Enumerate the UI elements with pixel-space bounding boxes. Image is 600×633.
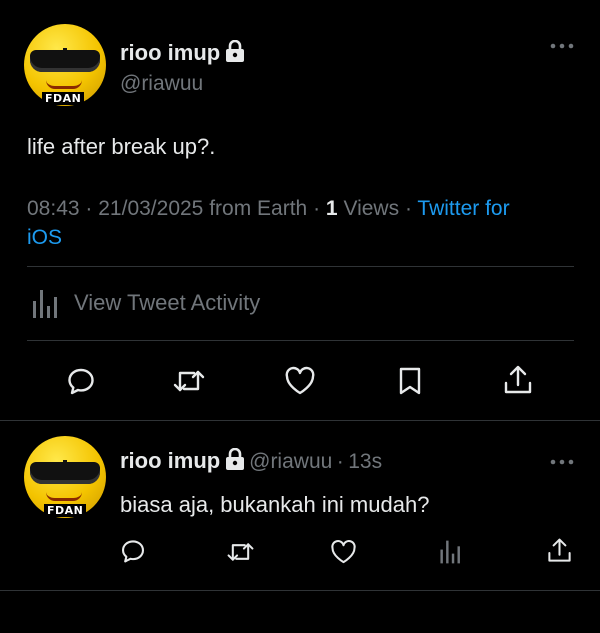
tweet-time[interactable]: 08:43 xyxy=(27,197,80,220)
avatar-glasses xyxy=(30,460,100,484)
handle[interactable]: @riawuu xyxy=(120,72,203,96)
avatar-glasses xyxy=(30,48,100,72)
retweet-icon[interactable] xyxy=(172,366,206,396)
client-link[interactable]: Twitter for xyxy=(417,197,509,220)
display-name[interactable]: rioo imup xyxy=(120,40,220,65)
reply-time[interactable]: 13s xyxy=(348,450,382,473)
reply-header[interactable]: rioo imup @riawuu · 13s xyxy=(120,448,382,474)
reply-icon[interactable] xyxy=(66,366,96,396)
avatar-mouth xyxy=(46,80,82,89)
more-icon[interactable] xyxy=(550,42,574,50)
tweet-meta: 08:43 · 21/03/2025 from Earth · 1 Views … xyxy=(27,194,587,252)
avatar-badge: FDAN xyxy=(42,92,85,105)
views-count[interactable]: 1 xyxy=(326,197,338,220)
divider xyxy=(0,590,600,591)
tweet-location: from Earth xyxy=(209,197,308,220)
analytics-icon xyxy=(30,288,62,320)
avatar-mouth xyxy=(46,492,82,501)
like-icon[interactable] xyxy=(330,539,357,565)
lock-icon xyxy=(225,40,245,62)
author-name-row[interactable]: rioo imup xyxy=(120,40,245,66)
divider xyxy=(27,340,574,341)
share-icon[interactable] xyxy=(502,364,534,396)
bookmark-icon[interactable] xyxy=(396,366,424,396)
like-icon[interactable] xyxy=(284,366,316,396)
share-icon[interactable] xyxy=(546,537,573,564)
meta-separator: · xyxy=(85,197,93,220)
client-link-continued[interactable]: iOS xyxy=(27,226,62,249)
reply-icon[interactable] xyxy=(120,538,146,564)
avatar-badge: FDAN xyxy=(44,504,87,517)
lock-icon xyxy=(225,448,245,470)
tweet-date[interactable]: 21/03/2025 xyxy=(98,197,203,220)
reply-text: biasa aja, bukankah ini mudah? xyxy=(120,492,430,517)
display-name[interactable]: rioo imup xyxy=(120,448,220,473)
tweet-text: life after break up?. xyxy=(27,134,216,159)
analytics-icon[interactable] xyxy=(438,539,464,565)
meta-separator: · xyxy=(404,197,412,220)
divider xyxy=(0,420,600,421)
meta-separator: · xyxy=(313,197,321,220)
divider xyxy=(27,266,574,267)
handle[interactable]: @riawuu xyxy=(249,450,332,473)
views-label[interactable]: Views xyxy=(343,197,399,220)
retweet-icon[interactable] xyxy=(226,539,255,565)
activity-label[interactable]: View Tweet Activity xyxy=(74,288,260,317)
meta-separator: · xyxy=(336,450,344,473)
more-icon[interactable] xyxy=(550,458,574,466)
